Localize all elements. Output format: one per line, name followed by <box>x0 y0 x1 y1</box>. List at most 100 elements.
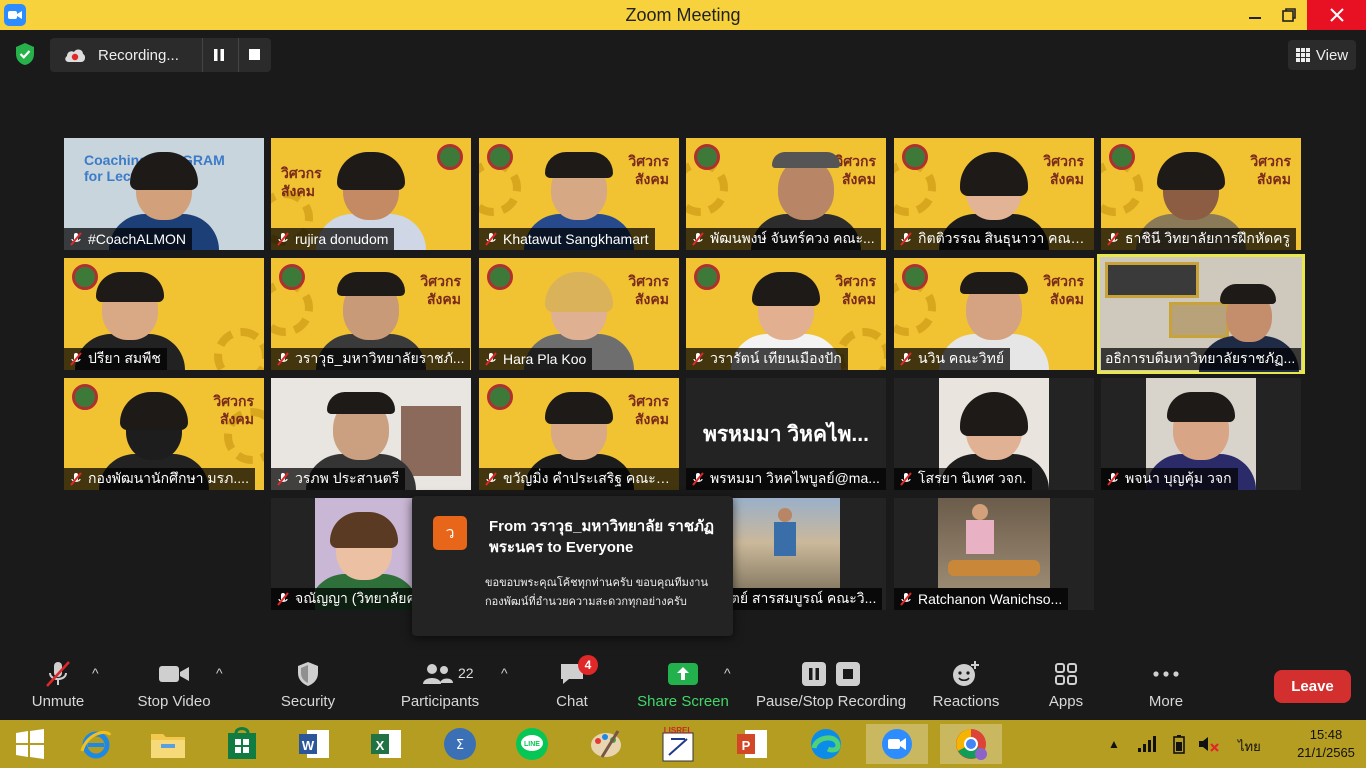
unmute-button[interactable]: Unmute <box>26 655 90 720</box>
window-title: Zoom Meeting <box>625 4 741 25</box>
participant-name: วรภพ ประสานตรี <box>295 470 400 486</box>
grid-icon <box>1295 48 1310 62</box>
video-tile[interactable]: วิศวกร สังคม วราวุธ_มหาวิทยาลัยราชภั... <box>271 258 471 370</box>
university-seal <box>437 144 463 170</box>
math-app-icon[interactable]: Σ <box>440 724 480 764</box>
stop-recording-button[interactable] <box>238 38 270 72</box>
video-tile-camera-off[interactable]: พรหมมา วิหคไพ... พรหมมา วิหคไพบูลย์@ma..… <box>686 378 886 490</box>
muted-mic-icon <box>900 352 912 366</box>
participant-name: นวิน คณะวิทย์ <box>918 350 1005 366</box>
video-tile[interactable]: วิศวกร สังคม Khatawut Sangkhamart <box>479 138 679 250</box>
minimize-button[interactable] <box>1240 0 1270 30</box>
paint-icon[interactable] <box>586 724 626 764</box>
video-tile[interactable]: วิศวกร สังคม นวิน คณะวิทย์ <box>894 258 1094 370</box>
signal-icon[interactable] <box>1137 736 1156 752</box>
participant-video <box>938 498 1050 588</box>
reactions-button[interactable]: Reactions <box>930 655 1002 720</box>
system-tray: ▲ <box>1108 720 1220 768</box>
internet-explorer-icon[interactable] <box>76 724 116 764</box>
university-seal <box>902 144 928 170</box>
encryption-shield-icon[interactable] <box>14 42 36 71</box>
leave-meeting-button[interactable]: Leave <box>1274 670 1351 703</box>
participant-name-bar: #CoachALMON <box>64 228 193 250</box>
recording-label: Recording... <box>98 46 179 64</box>
video-tile[interactable]: Coaching PROGRAM for Lecturer #CoachALMO… <box>64 138 264 250</box>
battery-icon[interactable] <box>1170 734 1188 754</box>
video-tile[interactable]: Ratchanon Wanichso... <box>894 498 1094 610</box>
svg-text:P: P <box>742 738 751 753</box>
clock-time: 15:48 <box>1309 727 1343 742</box>
video-tile[interactable]: วิศวกร สังคม พัฒนพงษ์ จันทร์ควง คณะ... <box>686 138 886 250</box>
participant-name: #CoachALMON <box>88 231 187 247</box>
video-tile[interactable]: วิศวกร สังคม กิตติวรรณ สินธุนาวา คณะ... <box>894 138 1094 250</box>
wall-picture <box>1105 262 1199 298</box>
stop-icon <box>836 662 860 686</box>
taskbar-clock[interactable]: 15:48 21/1/2565 <box>1290 726 1362 762</box>
muted-mic-icon <box>277 472 289 486</box>
participants-label: Participants <box>400 693 480 710</box>
svg-text:W: W <box>302 738 315 753</box>
word-icon[interactable]: W <box>294 724 334 764</box>
muted-mic-icon <box>70 472 82 486</box>
line-app-icon[interactable]: LINE <box>512 724 552 764</box>
share-options-chevron-icon[interactable]: ^ <box>724 665 731 681</box>
file-explorer-icon[interactable] <box>148 724 188 764</box>
muted-mic-icon <box>1107 232 1119 246</box>
video-tile[interactable]: วิศวกร สังคม ขวัญมิ่ง คำประเสริฐ คณะวิ..… <box>479 378 679 490</box>
close-window-button[interactable] <box>1307 0 1366 30</box>
participants-options-chevron-icon[interactable]: ^ <box>501 665 508 681</box>
pause-stop-recording-button[interactable]: Pause/Stop Recording <box>754 655 908 720</box>
video-tile[interactable]: โสรยา นิเทศ วจก. <box>894 378 1094 490</box>
share-screen-icon <box>668 663 698 685</box>
audio-options-chevron-icon[interactable]: ^ <box>92 665 99 681</box>
video-tile[interactable]: พจนา บุญคุ้ม วจก <box>1101 378 1301 490</box>
apps-button[interactable]: Apps <box>1040 655 1092 720</box>
pause-recording-button[interactable] <box>202 38 234 72</box>
show-hidden-icons-icon[interactable]: ▲ <box>1108 737 1120 751</box>
slide-title-text: วิศวกร สังคม <box>628 273 669 307</box>
video-tile-active-speaker[interactable]: อธิการบดีมหาวิทยาลัยราชภัฏ... <box>1097 254 1305 374</box>
participants-count: 22 <box>458 665 474 681</box>
muted-mic-icon <box>1107 472 1119 486</box>
excel-icon[interactable]: X <box>366 724 406 764</box>
video-options-chevron-icon[interactable]: ^ <box>216 665 223 681</box>
stop-video-button[interactable]: Stop Video <box>134 655 214 720</box>
participants-button[interactable]: 22 Participants <box>398 655 482 720</box>
video-tile[interactable]: วิศวกร สังคม ธาชินี วิทยาลัยการฝึกหัดครู <box>1101 138 1301 250</box>
video-tile[interactable]: วรภพ ประสานตรี <box>271 378 471 490</box>
svg-text:LINE: LINE <box>524 741 540 748</box>
participant-name-bar: กองพัฒนานักศึกษา มรภ.... <box>64 468 255 490</box>
powerpoint-icon[interactable]: P <box>732 724 772 764</box>
volume-muted-icon[interactable] <box>1198 735 1220 753</box>
chrome-taskbar-icon[interactable] <box>940 724 1002 764</box>
view-button[interactable]: View <box>1288 40 1356 70</box>
participants-icon <box>423 664 453 684</box>
muted-mic-icon <box>900 232 912 246</box>
slide-title-text: วิศวกร สังคม <box>1250 153 1291 187</box>
chat-notification-popup[interactable]: ว From วราวุธ_มหาวิทยาลัย ราชภัฏพระนคร t… <box>412 496 733 636</box>
windows-start-button[interactable] <box>10 724 50 764</box>
muted-mic-icon <box>277 592 289 606</box>
share-screen-button[interactable]: Share Screen <box>636 655 730 720</box>
clock-date: 21/1/2565 <box>1297 745 1355 760</box>
windows-taskbar: W X Σ LINE LISREL P ▲ ไทย 15:48 21/1/256… <box>0 720 1366 768</box>
video-tile[interactable]: วิศวกร สังคม วรารัตน์ เทียนเมืองปัก <box>686 258 886 370</box>
chat-button[interactable]: 4 Chat <box>548 655 598 720</box>
video-tile[interactable]: วิศวกร สังคม Hara Pla Koo <box>479 258 679 370</box>
security-button[interactable]: Security <box>276 655 340 720</box>
input-language-indicator[interactable]: ไทย <box>1238 736 1261 757</box>
lisrel-icon[interactable]: LISREL <box>658 724 698 764</box>
video-tile[interactable]: วิศวกร สังคม rujira donudom <box>271 138 471 250</box>
video-tile[interactable]: วิศวกร สังคม กองพัฒนานักศึกษา มรภ.... <box>64 378 264 490</box>
zoom-taskbar-icon[interactable] <box>866 724 928 764</box>
microsoft-store-icon[interactable] <box>222 724 262 764</box>
edge-browser-icon[interactable] <box>806 724 846 764</box>
chat-unread-badge: 4 <box>578 655 598 675</box>
recording-indicator: Recording... <box>50 38 271 72</box>
stop-video-label: Stop Video <box>137 693 211 710</box>
slide-title-text: วิศวกร สังคม <box>835 273 876 307</box>
video-tile[interactable]: ปรียา สมพืช <box>64 258 264 370</box>
participant-name-bar: นวิน คณะวิทย์ <box>894 348 1011 370</box>
maximize-button[interactable] <box>1274 0 1304 30</box>
more-button[interactable]: More <box>1140 655 1192 720</box>
